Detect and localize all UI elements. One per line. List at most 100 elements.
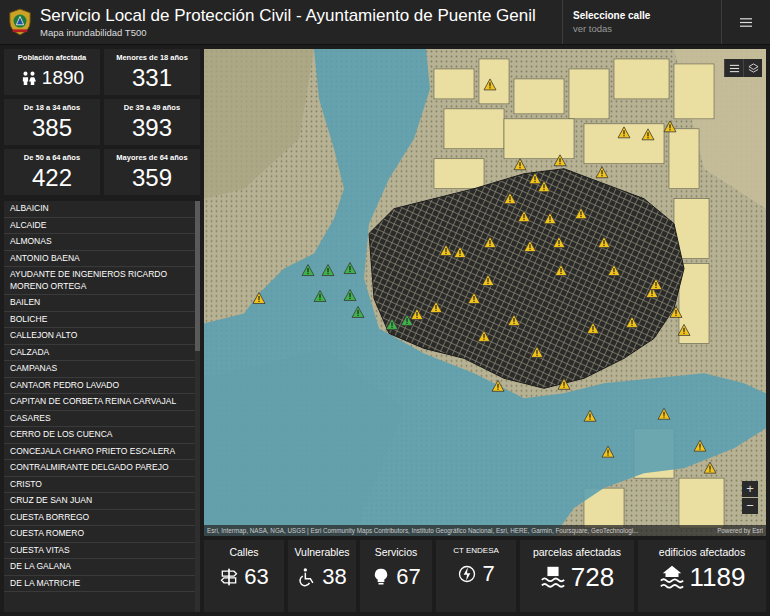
street-item[interactable]: BAILEN bbox=[4, 295, 195, 312]
town bbox=[369, 169, 684, 389]
street-item[interactable]: CONTRALMIRANTE DELGADO PAREJO bbox=[4, 460, 195, 477]
street-item[interactable]: AYUDANTE DE INGENIEROS RICARDO MORENO OR… bbox=[4, 267, 195, 295]
map-marker[interactable] bbox=[411, 308, 423, 319]
map-marker[interactable] bbox=[596, 167, 608, 178]
street-selector[interactable]: Seleccione callever todas bbox=[562, 0, 721, 44]
layers-icon[interactable] bbox=[748, 63, 759, 74]
street-item[interactable]: CERRO DE LOS CUENCA bbox=[4, 427, 195, 444]
map-marker[interactable] bbox=[602, 446, 614, 457]
map-marker[interactable] bbox=[492, 380, 504, 391]
map-marker[interactable] bbox=[626, 316, 638, 327]
street-item[interactable]: CUESTA VITAS bbox=[4, 543, 195, 560]
terrain bbox=[204, 49, 766, 536]
street-item[interactable]: ALBAICIN bbox=[4, 201, 195, 218]
street-item[interactable]: CRUZ DE SAN JUAN bbox=[4, 493, 195, 510]
menu-button[interactable] bbox=[721, 0, 770, 44]
map-marker[interactable] bbox=[401, 314, 413, 325]
map-marker[interactable] bbox=[314, 291, 326, 302]
map-marker[interactable] bbox=[553, 237, 565, 248]
street-item[interactable]: CUESTA ROMERO bbox=[4, 526, 195, 543]
map-marker[interactable] bbox=[518, 211, 530, 222]
layers-button[interactable] bbox=[743, 59, 762, 77]
map-marker[interactable] bbox=[575, 208, 587, 219]
map-marker[interactable] bbox=[514, 159, 526, 170]
street-sign-icon bbox=[219, 567, 239, 587]
map-marker[interactable] bbox=[529, 173, 541, 184]
map-marker[interactable] bbox=[504, 193, 516, 204]
map-marker[interactable] bbox=[558, 378, 570, 389]
map-marker[interactable] bbox=[386, 318, 398, 329]
street-item[interactable]: DE LA GALANA bbox=[4, 559, 195, 576]
summary-card: Servicios67 bbox=[360, 540, 432, 612]
map-marker[interactable] bbox=[484, 79, 496, 90]
map-marker[interactable] bbox=[482, 275, 494, 286]
street-item[interactable]: CRISTO bbox=[4, 477, 195, 494]
stat-card: De 50 a 64 años422 bbox=[4, 149, 100, 195]
map-marker[interactable] bbox=[524, 241, 536, 252]
map-marker[interactable] bbox=[352, 306, 364, 317]
map-marker[interactable] bbox=[538, 181, 550, 192]
scrollbar[interactable] bbox=[195, 201, 200, 612]
map-marker[interactable] bbox=[468, 293, 480, 304]
map-marker[interactable] bbox=[650, 279, 662, 290]
map-marker[interactable] bbox=[531, 346, 543, 357]
map-marker[interactable] bbox=[555, 265, 567, 276]
map-marker[interactable] bbox=[618, 127, 630, 138]
hamburger-icon[interactable] bbox=[740, 17, 752, 28]
map-toolbar bbox=[724, 59, 762, 77]
street-item[interactable]: CASARES bbox=[4, 411, 195, 428]
map-marker[interactable] bbox=[302, 265, 314, 276]
map-marker[interactable] bbox=[430, 301, 442, 312]
legend-button[interactable] bbox=[724, 59, 743, 77]
map-marker[interactable] bbox=[694, 440, 706, 451]
map-marker[interactable] bbox=[544, 213, 556, 224]
map-attribution: Esri, Intermap, NASA, NGA, USGS | Esri C… bbox=[204, 525, 766, 536]
map-marker[interactable] bbox=[344, 290, 356, 301]
map-marker[interactable] bbox=[584, 410, 596, 421]
map-marker[interactable] bbox=[704, 462, 716, 473]
lightbulb-icon bbox=[371, 567, 391, 587]
map-canvas[interactable] bbox=[204, 49, 766, 536]
street-item[interactable]: ALCAIDE bbox=[4, 218, 195, 235]
zoom-in-button[interactable]: + bbox=[742, 481, 758, 497]
map-marker[interactable] bbox=[598, 237, 610, 248]
map-marker[interactable] bbox=[587, 322, 599, 333]
map-marker[interactable] bbox=[253, 293, 265, 304]
dashboard: Servicio Local de Protección Civil - Ayu… bbox=[0, 0, 770, 616]
street-item[interactable]: CAMPANAS bbox=[4, 361, 195, 378]
map-marker[interactable] bbox=[608, 265, 620, 276]
street-item[interactable]: CUESTA BORREGO bbox=[4, 510, 195, 527]
map-marker[interactable] bbox=[658, 408, 670, 419]
map-marker[interactable] bbox=[344, 263, 356, 274]
list-icon[interactable] bbox=[729, 63, 740, 74]
zoom-out-button[interactable]: − bbox=[742, 498, 758, 514]
street-list[interactable]: ALBAICINALCAIDEALMONASANTONIO BAENAAYUDA… bbox=[4, 201, 200, 612]
map-marker[interactable] bbox=[484, 237, 496, 248]
map-marker[interactable] bbox=[440, 245, 452, 256]
flood-map[interactable]: +− Esri, Intermap, NASA, NGA, USGS | Esri… bbox=[204, 49, 766, 536]
flooded-building-icon bbox=[659, 564, 685, 590]
map-marker[interactable] bbox=[322, 265, 334, 276]
map-marker[interactable] bbox=[508, 314, 520, 325]
map-marker[interactable] bbox=[664, 121, 676, 132]
street-item[interactable]: ALMONAS bbox=[4, 234, 195, 251]
map-marker[interactable] bbox=[670, 306, 682, 317]
summary-card: edificios afectados1189 bbox=[638, 540, 766, 612]
street-item[interactable]: DE LA MATRICHE bbox=[4, 576, 195, 593]
street-item[interactable]: ANTONIO BAENA bbox=[4, 251, 195, 268]
map-marker[interactable] bbox=[678, 324, 690, 335]
zoom-controls: +− bbox=[742, 481, 758, 514]
map-marker[interactable] bbox=[454, 247, 466, 258]
map-marker[interactable] bbox=[478, 330, 490, 341]
stat-card: Mayores de 64 años359 bbox=[104, 149, 200, 195]
header: Servicio Local de Protección Civil - Ayu… bbox=[0, 0, 770, 45]
street-item[interactable]: CALLEJON ALTO bbox=[4, 328, 195, 345]
street-item[interactable]: CONCEJALA CHARO PRIETO ESCALERA bbox=[4, 444, 195, 461]
map-marker[interactable] bbox=[642, 129, 654, 140]
map-marker[interactable] bbox=[554, 155, 566, 166]
street-item[interactable]: CAPITAN DE CORBETA REINA CARVAJAL bbox=[4, 394, 195, 411]
summary-card: Calles63 bbox=[204, 540, 284, 612]
street-item[interactable]: BOLICHE bbox=[4, 312, 195, 329]
street-item[interactable]: CALZADA bbox=[4, 345, 195, 362]
street-item[interactable]: CANTAOR PEDRO LAVADO bbox=[4, 378, 195, 395]
